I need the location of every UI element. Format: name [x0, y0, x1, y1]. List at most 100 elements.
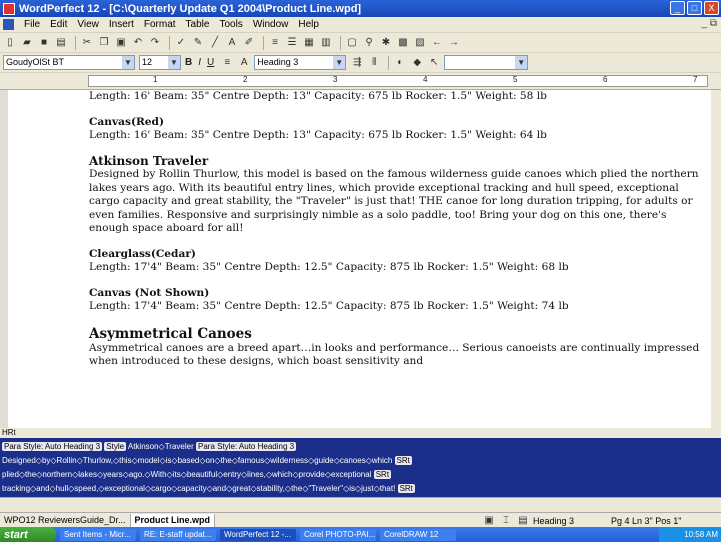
line-icon[interactable]: ╱: [208, 36, 222, 50]
vertical-scrollbar[interactable]: [711, 90, 721, 428]
chevron-down-icon[interactable]: ▼: [122, 56, 134, 69]
grid-icon[interactable]: ▩: [396, 36, 410, 50]
horizontal-scrollbar[interactable]: [0, 497, 721, 512]
redo-icon[interactable]: ↷: [148, 36, 162, 50]
reveal-codes-pane[interactable]: HRt Para Style: Auto Heading 3 Style Atk…: [0, 428, 721, 497]
draw-icon[interactable]: ✐: [242, 36, 256, 50]
paint-icon[interactable]: ◐: [393, 56, 407, 70]
start-button[interactable]: start: [0, 527, 56, 542]
style-select[interactable]: Heading 3 ▼: [254, 55, 347, 70]
back-icon[interactable]: ←: [430, 36, 444, 50]
bold-button[interactable]: B: [185, 57, 192, 68]
style-code[interactable]: Para Style: Auto Heading 3: [2, 442, 103, 451]
bullets-icon[interactable]: ☰: [285, 36, 299, 50]
taskbar-item[interactable]: RE: E-staff updat...: [140, 528, 216, 541]
document-text[interactable]: Length: 16' Beam: 35" Centre Depth: 13" …: [89, 90, 709, 369]
document-window-controls[interactable]: _ ⧉: [702, 18, 717, 29]
ruler-number: 7: [693, 75, 698, 84]
highlight-icon[interactable]: ✎: [191, 36, 205, 50]
blank-select[interactable]: ▼: [444, 55, 529, 70]
menu-edit[interactable]: Edit: [45, 19, 72, 30]
spec-line[interactable]: Length: 16' Beam: 35" Centre Depth: 13" …: [89, 90, 709, 104]
chevron-down-icon[interactable]: ▼: [333, 56, 346, 69]
toolbar-divider: [169, 35, 170, 50]
columns-icon[interactable]: ▥: [319, 36, 333, 50]
style-code[interactable]: Para Style: Auto Heading 3: [196, 442, 297, 451]
font-select[interactable]: GoudyOlSt BT ▼: [3, 55, 135, 70]
clipboard-icon[interactable]: ▣: [482, 514, 496, 528]
paragraph[interactable]: Designed by Rollin Thurlow, this model i…: [89, 168, 709, 236]
copy-icon[interactable]: ❐: [97, 36, 111, 50]
font-color-icon[interactable]: A: [237, 56, 251, 70]
new-icon[interactable]: ▯: [3, 36, 17, 50]
product-heading[interactable]: Canvas (Not Shown): [89, 287, 709, 301]
menu-file[interactable]: File: [19, 19, 45, 30]
pointer-icon[interactable]: ↖: [427, 56, 441, 70]
font-size-select[interactable]: 12 ▼: [139, 55, 181, 70]
menu-window[interactable]: Window: [248, 19, 294, 30]
print-icon[interactable]: ▤: [516, 514, 530, 528]
chart-icon[interactable]: ▧: [413, 36, 427, 50]
table-icon[interactable]: ▦: [302, 36, 316, 50]
menu-help[interactable]: Help: [293, 19, 324, 30]
underline-button[interactable]: U: [207, 57, 214, 68]
document-tab[interactable]: WPO12 ReviewersGuide_Dr...: [0, 513, 131, 527]
menu-insert[interactable]: Insert: [104, 19, 139, 30]
section-heading[interactable]: Asymmetrical Canoes: [89, 326, 709, 342]
taskbar-item[interactable]: CorelDRAW 12: [380, 528, 456, 541]
italic-button[interactable]: I: [198, 57, 201, 68]
product-heading[interactable]: Clearglass(Cedar): [89, 248, 709, 262]
product-heading[interactable]: Canvas(Red): [89, 116, 709, 130]
cut-icon[interactable]: ✂: [80, 36, 94, 50]
star-icon[interactable]: ✱: [379, 36, 393, 50]
menu-view[interactable]: View: [72, 19, 104, 30]
menu-table[interactable]: Table: [181, 19, 215, 30]
spec-line[interactable]: Length: 17'4" Beam: 35" Centre Depth: 12…: [89, 261, 709, 275]
taskbar-item[interactable]: Corel PHOTO-PAI...: [300, 528, 376, 541]
maximize-button[interactable]: □: [687, 1, 702, 15]
fill-icon[interactable]: ◆: [410, 56, 424, 70]
spec-line[interactable]: Length: 17'4" Beam: 35" Centre Depth: 12…: [89, 300, 709, 314]
text-box-icon[interactable]: A: [225, 36, 239, 50]
chevron-down-icon[interactable]: ▼: [168, 56, 180, 69]
paste-icon[interactable]: ▣: [114, 36, 128, 50]
menu-tools[interactable]: Tools: [214, 19, 247, 30]
taskbar-item[interactable]: Sent Items - Micr...: [60, 528, 136, 541]
toolbar-divider: [388, 55, 390, 70]
justification-icon[interactable]: ≡: [220, 56, 234, 70]
open-icon[interactable]: ▰: [20, 36, 34, 50]
taskbar-item-active[interactable]: WordPerfect 12 -...: [220, 528, 296, 541]
outline-icon[interactable]: ⇶: [350, 56, 364, 70]
close-button[interactable]: X: [704, 1, 719, 15]
ruler[interactable]: 1 2 3 4 5 6 7: [0, 73, 721, 90]
style-code[interactable]: Style: [104, 442, 127, 451]
book-icon[interactable]: ▢: [345, 36, 359, 50]
ruler-strip[interactable]: 1 2 3 4 5 6 7: [88, 75, 708, 87]
document-area[interactable]: Length: 16' Beam: 35" Centre Depth: 13" …: [0, 90, 721, 428]
clock: 10:58 AM: [684, 530, 718, 539]
srt-code[interactable]: SRt: [373, 470, 392, 479]
zoom-icon[interactable]: ⚲: [362, 36, 376, 50]
undo-icon[interactable]: ↶: [131, 36, 145, 50]
spec-line[interactable]: Length: 16' Beam: 35" Centre Depth: 13" …: [89, 129, 709, 143]
section-heading[interactable]: Atkinson Traveler: [89, 154, 709, 169]
document-tab-active[interactable]: Product Line.wpd: [130, 513, 216, 527]
numbering-icon[interactable]: ≡: [268, 36, 282, 50]
reveal-codes-header: HRt: [0, 428, 721, 438]
spell-check-icon[interactable]: ✓: [174, 36, 188, 50]
insert-mode-icon[interactable]: ⌶: [499, 514, 513, 528]
ruler-number: 2: [243, 75, 248, 84]
srt-code[interactable]: SRt: [397, 484, 415, 493]
columns-format-icon[interactable]: ⫴: [367, 56, 381, 70]
save-icon[interactable]: ■: [37, 36, 51, 50]
paragraph[interactable]: Asymmetrical canoes are a breed apart…in…: [89, 342, 709, 369]
print-icon[interactable]: ▤: [54, 36, 68, 50]
menu-bar: File Edit View Insert Format Table Tools…: [0, 17, 721, 33]
menu-format[interactable]: Format: [139, 19, 181, 30]
document-icon[interactable]: [3, 19, 14, 30]
forward-icon[interactable]: →: [447, 36, 461, 50]
chevron-down-icon[interactable]: ▼: [515, 56, 528, 69]
minimize-button[interactable]: _: [670, 1, 685, 15]
title-bar: WordPerfect 12 - [C:\Quarterly Update Q1…: [0, 0, 721, 17]
srt-code[interactable]: SRt: [394, 456, 412, 465]
